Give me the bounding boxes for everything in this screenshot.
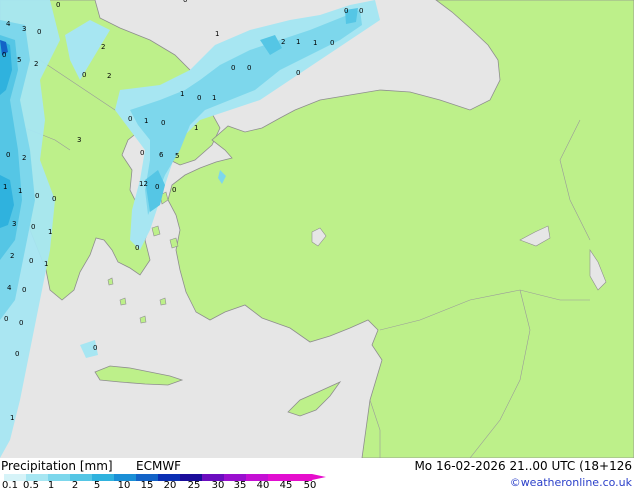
map-canvas: 0043 0205 20 212 1 1 00 01 0 10 1 010 230 6 51 10 03 0112…	[0, 0, 634, 458]
scale-tick-label: 0.5	[23, 480, 39, 491]
precip-value-label: 2	[107, 72, 111, 80]
scale-tick-label: 1	[47, 480, 55, 491]
precip-value-label: 0	[172, 186, 176, 194]
precip-value-label: 12	[139, 180, 148, 188]
precip-value-label: 0	[15, 350, 19, 358]
precip-value-label: 0	[31, 223, 35, 231]
precip-value-label: 0	[37, 28, 41, 36]
scale-tick-label: 50	[303, 480, 317, 491]
precip-value-label: 0	[128, 115, 132, 123]
precip-value-label: 0	[135, 244, 139, 252]
scale-tick-label: 25	[187, 480, 201, 491]
precip-value-label: 1	[296, 38, 300, 46]
precip-value-label: 0	[344, 7, 348, 15]
model-name: ECMWF	[136, 459, 182, 473]
valid-datetime: Mo 16-02-2026 21..00 UTC (18+126	[414, 459, 632, 473]
precip-value-label: 6	[159, 151, 164, 159]
precip-value-label: 3	[22, 25, 26, 33]
precip-value-label: 1	[144, 117, 148, 125]
color-scale-labels: 0.1 0.5 1 2 5 10 15 20 25 30 35 40 45 50	[0, 480, 634, 492]
precip-value-label: 1	[10, 414, 14, 422]
precip-value-label: 1	[44, 260, 48, 268]
scale-tick-label: 35	[233, 480, 247, 491]
scale-tick-label: 45	[279, 480, 293, 491]
precip-value-label: 4	[7, 284, 12, 292]
scale-tick-label: 0.1	[2, 480, 18, 491]
precip-value-label: 2	[22, 154, 26, 162]
precip-value-label: 1	[194, 124, 198, 132]
precip-value-label: 5	[175, 152, 179, 160]
scale-tick-label: 40	[256, 480, 270, 491]
scale-tick-label: 20	[163, 480, 177, 491]
precip-value-label: 0	[93, 344, 97, 352]
precip-value-label: 0	[359, 7, 363, 15]
precip-value-label: 1	[48, 228, 52, 236]
precip-value-label: 1	[3, 183, 7, 191]
scale-tick-label: 15	[140, 480, 154, 491]
scale-tick-label: 30	[211, 480, 225, 491]
scale-tick-label: 5	[93, 480, 101, 491]
precip-value-label: 0	[52, 195, 56, 203]
scale-tick-label: 2	[71, 480, 79, 491]
map-footer: Precipitation [mm] ECMWF Mo 16-02-2026 2…	[0, 458, 634, 492]
precip-value-label: 0	[82, 71, 86, 79]
precip-value-label: 2	[281, 38, 285, 46]
precip-value-label: 1	[180, 90, 184, 98]
precip-value-label: 5	[17, 56, 21, 64]
precipitation-map: 0 0 4 3 0 2 0 5 2 0 2 1 2 1 1 0 0 0 1 0 1 0 1 0 1 0 2 3 0 6 5 1 1 0 0 3 0 1 12…	[0, 0, 634, 458]
precip-value-label: 0	[22, 286, 26, 294]
precip-value-label: 2	[10, 252, 14, 260]
precip-value-label: 1	[313, 39, 317, 47]
precip-value-label: 1	[212, 94, 216, 102]
precip-value-label: 0	[330, 39, 334, 47]
precip-value-label: 0	[231, 64, 235, 72]
precip-value-label: 0	[29, 257, 33, 265]
precip-value-label: 0	[183, 0, 187, 4]
precip-value-label: 1	[215, 30, 219, 38]
precip-value-label: 0	[140, 149, 144, 157]
precip-value-label: 0	[35, 192, 39, 200]
precip-value-label: 0	[2, 51, 6, 59]
precip-value-label: 2	[101, 43, 105, 51]
precip-value-label: 0	[161, 119, 165, 127]
precip-value-label: 1	[18, 187, 22, 195]
precip-value-label: 0	[197, 94, 201, 102]
precip-value-label: 3	[12, 220, 16, 228]
precip-value-label: 0	[19, 319, 23, 327]
precip-value-label: 4	[6, 20, 11, 28]
precip-value-label: 0	[296, 69, 300, 77]
map-title: Precipitation [mm]	[1, 459, 113, 473]
precip-value-label: 0	[247, 64, 251, 72]
precip-value-label: 0	[155, 183, 159, 191]
precip-value-label: 3	[77, 136, 81, 144]
precip-value-label: 2	[34, 60, 38, 68]
precip-value-label: 0	[6, 151, 10, 159]
precip-value-label: 0	[4, 315, 8, 323]
precip-value-label: 0	[56, 1, 60, 9]
scale-tick-label: 10	[117, 480, 131, 491]
